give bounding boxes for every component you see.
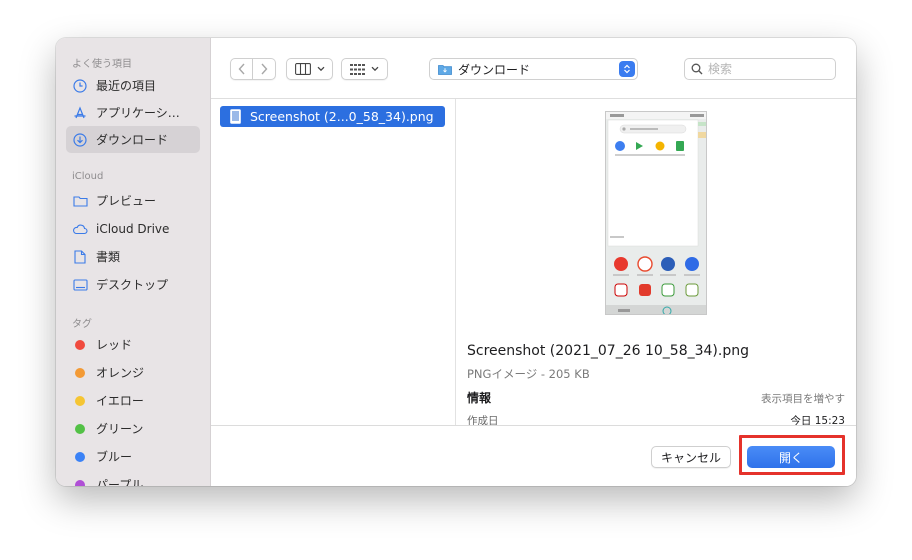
chevron-right-icon [261,63,268,75]
preview-filename: Screenshot (2021_07_26 10_58_34).png [467,343,749,359]
sidebar-item-label: ブルー [96,450,133,464]
sidebar-item-label: デスクトップ [96,278,169,292]
file-list: Screenshot (2...0_58_34).png [211,99,456,425]
sidebar-item-documents[interactable]: 書類 [66,243,200,270]
folder-icon [72,193,88,209]
file-name: Screenshot (2...0_58_34).png [250,109,434,124]
created-value: 今日 15:23 [790,415,845,425]
sidebar-item-label: レッド [96,338,133,352]
desktop-icon [72,277,88,293]
sidebar-item-label: イエロー [96,394,144,408]
sidebar-item-downloads[interactable]: ダウンロード [66,126,200,153]
view-mode-button[interactable] [286,58,333,80]
sidebar-item-icloud-drive[interactable]: iCloud Drive [66,215,200,242]
sidebar-tag-green[interactable]: グリーン [66,415,200,442]
location-label: ダウンロード [458,62,531,77]
sidebar-tag-blue[interactable]: ブルー [66,443,200,470]
open-button[interactable]: 開く [747,446,835,468]
tag-dot-icon [75,423,85,434]
sidebar-item-label: オレンジ [96,366,145,380]
sidebar-item-applications[interactable]: アプリケーシ… [66,99,200,126]
search-icon [691,63,703,75]
cloud-icon [72,221,88,237]
file-open-dialog: よく使う項目 最近の項目 アプリケーシ… ダウンロード iCloud プレビュー [56,38,856,486]
toolbar: ダウンロード [211,38,856,99]
stepper-icon [619,61,635,77]
tag-dot-icon [75,395,85,406]
download-icon [72,132,88,148]
png-file-icon [230,109,242,125]
sidebar-item-label: iCloud Drive [96,221,170,236]
sidebar-tag-yellow[interactable]: イエロー [66,387,200,414]
preview-pane: Screenshot (2021_07_26 10_58_34).png PNG… [457,99,856,425]
grid-view-icon [350,63,365,75]
button-bar: キャンセル 開く [211,425,856,486]
sidebar-item-desktop[interactable]: デスクトップ [66,271,200,298]
sidebar-item-label: プレビュー [96,194,157,208]
tag-dot-icon [75,367,85,378]
icloud-header: iCloud [72,171,104,182]
tag-dot-icon [75,479,85,486]
sidebar-tag-orange[interactable]: オレンジ [66,359,200,386]
preview-kind: PNGイメージ - 205 KB [467,367,590,381]
tag-dot-icon [75,451,85,462]
forward-button[interactable] [253,58,276,80]
sidebar: よく使う項目 最近の項目 アプリケーシ… ダウンロード iCloud プレビュー [56,38,211,486]
sidebar-tag-purple[interactable]: パープル [66,471,200,486]
search-input[interactable] [708,62,828,76]
sidebar-item-label: 最近の項目 [96,79,157,93]
document-icon [72,249,88,265]
chevron-down-icon [317,66,324,72]
screenshot-thumbnail-image [606,112,706,314]
created-label: 作成日 [467,415,499,425]
chevron-down-icon [371,66,379,72]
cancel-button[interactable]: キャンセル [651,446,731,468]
chevron-left-icon [238,63,245,75]
preview-thumbnail [605,111,707,315]
sidebar-item-label: グリーン [96,422,144,436]
columns-view-icon [294,63,311,75]
sidebar-item-label: アプリケーシ… [96,106,180,120]
sidebar-item-preview[interactable]: プレビュー [66,187,200,214]
back-button[interactable] [230,58,253,80]
clock-icon [72,78,88,94]
downloads-folder-icon [438,64,452,75]
location-popup[interactable]: ダウンロード [429,58,638,80]
favorites-header: よく使う項目 [72,59,132,70]
info-heading: 情報 [467,391,492,405]
sidebar-item-recents[interactable]: 最近の項目 [66,72,200,99]
tag-dot-icon [75,339,85,350]
sidebar-item-label: パープル [96,478,144,486]
tags-header: タグ [72,319,92,330]
group-button[interactable] [341,58,388,80]
sidebar-tag-red[interactable]: レッド [66,331,200,358]
search-field[interactable] [684,58,836,80]
sidebar-item-label: ダウンロード [96,133,169,147]
list-item[interactable]: Screenshot (2...0_58_34).png [220,106,445,127]
show-more-link[interactable]: 表示項目を増やす [761,391,845,406]
sidebar-item-label: 書類 [96,250,121,264]
applications-icon [72,105,88,121]
